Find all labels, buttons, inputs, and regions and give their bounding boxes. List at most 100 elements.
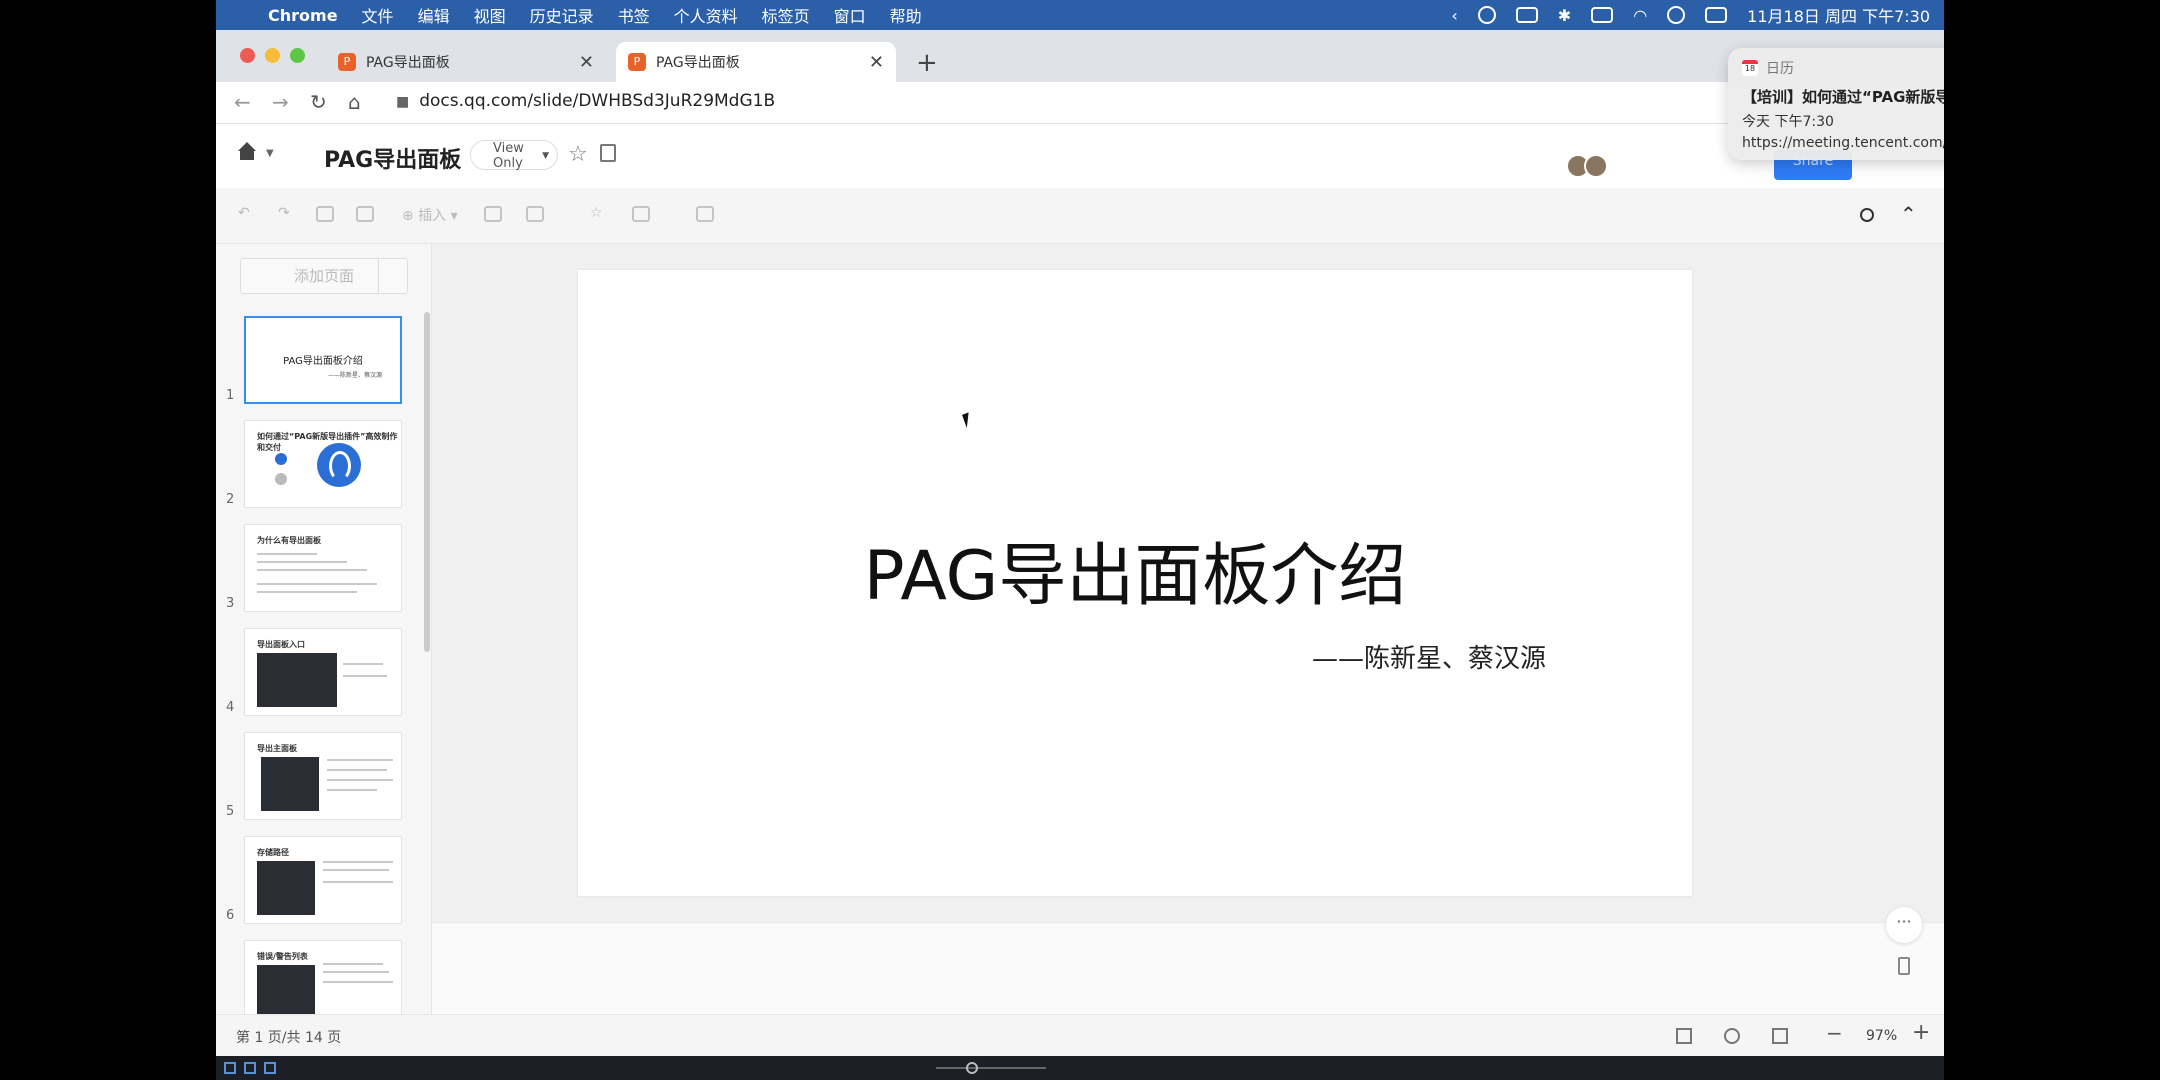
control-center-icon[interactable] bbox=[1705, 7, 1728, 23]
format-painter-icon[interactable] bbox=[316, 206, 334, 222]
doc-header: ▼ PAG导出面板 View Only ▼ ☆ Share bbox=[216, 124, 1944, 188]
notification-link[interactable]: https://meeting.tencent.com/dm/gRfMTilRq… bbox=[1742, 135, 1944, 151]
window-minimize-button[interactable] bbox=[265, 48, 280, 63]
new-tab-button[interactable]: + bbox=[916, 48, 938, 78]
chat-icon[interactable] bbox=[1477, 6, 1496, 24]
chevron-left-icon[interactable]: ‹ bbox=[1451, 6, 1457, 25]
menu-bar-status-area: ‹ ✱ ◠ 11月18日 周四 下午7:30 bbox=[1451, 0, 1930, 30]
notification-app: 18 日历 bbox=[1742, 58, 1944, 78]
notification-title: 【培训】如何通过“PAG新版导出插件”高效制作和... bbox=[1742, 88, 1944, 106]
background-icon[interactable] bbox=[696, 206, 714, 222]
text-line bbox=[257, 561, 347, 563]
panel-scrollbar[interactable] bbox=[424, 312, 430, 652]
clear-format-icon[interactable] bbox=[356, 206, 374, 222]
menu-edit[interactable]: 编辑 bbox=[406, 3, 462, 27]
chevron-down-icon[interactable]: ▼ bbox=[266, 148, 274, 159]
slide-thumbnail-2[interactable]: 如何通过“PAG新版导出插件”高效制作和交付 bbox=[244, 420, 402, 508]
thumbnail-title: PAG导出面板介绍 bbox=[283, 356, 363, 367]
slide-thumbnail-6[interactable]: 存储路径 bbox=[244, 836, 402, 924]
mobile-preview-icon[interactable] bbox=[1898, 957, 1910, 975]
view-mode-dropdown[interactable]: View Only ▼ bbox=[470, 140, 558, 171]
browser-tab-2[interactable]: P PAG导出面板 ✕ bbox=[616, 42, 896, 82]
slide-thumbnail-4[interactable]: 导出面板入口 bbox=[244, 628, 402, 716]
battery-icon[interactable] bbox=[1591, 7, 1614, 23]
menu-history[interactable]: 历史记录 bbox=[518, 3, 606, 27]
slide-thumbnail-3[interactable]: 为什么有导出面板 bbox=[244, 524, 402, 612]
zoom-out-button[interactable]: − bbox=[1826, 1021, 1843, 1045]
window-icon[interactable] bbox=[264, 1062, 276, 1074]
reload-icon[interactable]: ↻ bbox=[310, 90, 327, 114]
url-field[interactable]: ■ docs.qq.com/slide/DWHBSd3JuR29MdG1B bbox=[396, 91, 775, 111]
menu-bookmarks[interactable]: 书签 bbox=[606, 3, 662, 27]
chevron-up-icon[interactable]: ⌃ bbox=[1900, 202, 1917, 226]
page-indicator: 第 1 页/共 14 页 bbox=[236, 1030, 342, 1046]
current-slide[interactable]: PAG导出面板介绍 ——陈新星、蔡汉源 bbox=[578, 270, 1692, 896]
speaker-notes-area[interactable]: ··· bbox=[432, 907, 1944, 1014]
tab-title: PAG导出面板 bbox=[656, 55, 740, 71]
tab-close-icon[interactable]: ✕ bbox=[869, 52, 884, 73]
menu-view[interactable]: 视图 bbox=[462, 3, 518, 27]
editor-toolbar: ↶ ↷ ⊕ 插入 ▾ ☆ ⌃ bbox=[216, 188, 1944, 244]
add-page-button[interactable]: 添加页面 bbox=[240, 258, 408, 294]
collaborator-avatars[interactable] bbox=[1566, 154, 1608, 178]
shape-icon[interactable] bbox=[526, 206, 544, 222]
bluetooth-icon[interactable]: ✱ bbox=[1558, 6, 1571, 25]
play-icon[interactable] bbox=[1724, 1028, 1740, 1044]
star-icon[interactable]: ☆ bbox=[568, 142, 588, 167]
undo-icon[interactable]: ↶ bbox=[238, 205, 250, 221]
back-arrow-icon[interactable]: ← bbox=[234, 90, 251, 114]
zoom-level[interactable]: 97% bbox=[1866, 1028, 1897, 1044]
slide-canvas: PAG导出面板介绍 ——陈新星、蔡汉源 bbox=[432, 244, 1944, 922]
chevron-down-icon: ▼ bbox=[542, 151, 549, 161]
browser-tab-1[interactable]: P PAG导出面板 ✕ bbox=[326, 42, 606, 82]
window-icon[interactable] bbox=[244, 1062, 256, 1074]
calendar-notification[interactable]: 18 日历 现在 【培训】如何通过“PAG新版导出插件”高效制作和... 今天 … bbox=[1728, 48, 1944, 160]
slide-thumbnail-5[interactable]: 导出主面板 bbox=[244, 732, 402, 820]
sogou-input-icon[interactable] bbox=[1515, 7, 1538, 23]
home-icon[interactable] bbox=[236, 142, 258, 162]
more-options-button[interactable]: ··· bbox=[1886, 907, 1922, 943]
add-page-dropdown[interactable] bbox=[378, 259, 379, 293]
menu-tab[interactable]: 标签页 bbox=[750, 3, 822, 27]
layout-icon[interactable] bbox=[632, 206, 650, 222]
menu-file[interactable]: 文件 bbox=[350, 3, 406, 27]
calendar-icon: 18 bbox=[1742, 60, 1758, 76]
text-line bbox=[323, 971, 389, 973]
text-line bbox=[327, 779, 393, 781]
home-page-icon[interactable]: ⌂ bbox=[348, 90, 361, 114]
menu-profiles[interactable]: 个人资料 bbox=[662, 3, 750, 27]
avatar[interactable] bbox=[1584, 154, 1608, 178]
wifi-icon[interactable]: ◠ bbox=[1633, 6, 1647, 25]
slide-thumbnail-1[interactable]: PAG导出面板介绍 ——陈新星、蔡汉源 bbox=[244, 316, 402, 404]
forward-arrow-icon[interactable]: → bbox=[272, 90, 289, 114]
save-to-folder-icon[interactable] bbox=[600, 144, 616, 162]
slide-title: PAG导出面板介绍 bbox=[863, 537, 1407, 616]
tab-close-icon[interactable]: ✕ bbox=[579, 52, 594, 73]
slide-thumbnail-7[interactable]: 错误/警告列表 bbox=[244, 940, 402, 1014]
window-close-button[interactable] bbox=[240, 48, 255, 63]
spotlight-search-icon[interactable] bbox=[1667, 6, 1686, 24]
playback-knob[interactable] bbox=[966, 1062, 978, 1074]
redo-icon[interactable]: ↷ bbox=[278, 205, 290, 221]
menu-window[interactable]: 窗口 bbox=[822, 3, 878, 27]
text-box-icon[interactable] bbox=[484, 206, 502, 222]
doc-title[interactable]: PAG导出面板 bbox=[324, 142, 461, 174]
insert-menu[interactable]: ⊕ 插入 ▾ bbox=[402, 205, 458, 224]
star-shape-icon[interactable]: ☆ bbox=[590, 205, 603, 221]
fit-screen-icon[interactable] bbox=[1772, 1028, 1788, 1044]
menu-app-chrome[interactable]: Chrome bbox=[256, 6, 350, 25]
slide-author: ——陈新星、蔡汉源 bbox=[1311, 644, 1546, 674]
text-line bbox=[323, 881, 393, 883]
thumbnail-title: 为什么有导出面板 bbox=[257, 536, 321, 545]
menu-bar-clock[interactable]: 11月18日 周四 下午7:30 bbox=[1747, 3, 1930, 27]
window-icon[interactable] bbox=[224, 1062, 236, 1074]
playback-scrubber[interactable] bbox=[936, 1067, 1046, 1069]
notes-toggle-icon[interactable] bbox=[1676, 1028, 1692, 1044]
text-line bbox=[257, 569, 367, 571]
window-zoom-button[interactable] bbox=[290, 48, 305, 63]
screenshot-image bbox=[257, 861, 315, 915]
menu-help[interactable]: 帮助 bbox=[878, 3, 934, 27]
thumbnail-number: 1 bbox=[226, 388, 235, 403]
zoom-in-button[interactable]: + bbox=[1912, 1020, 1930, 1045]
search-icon[interactable] bbox=[1860, 208, 1874, 222]
